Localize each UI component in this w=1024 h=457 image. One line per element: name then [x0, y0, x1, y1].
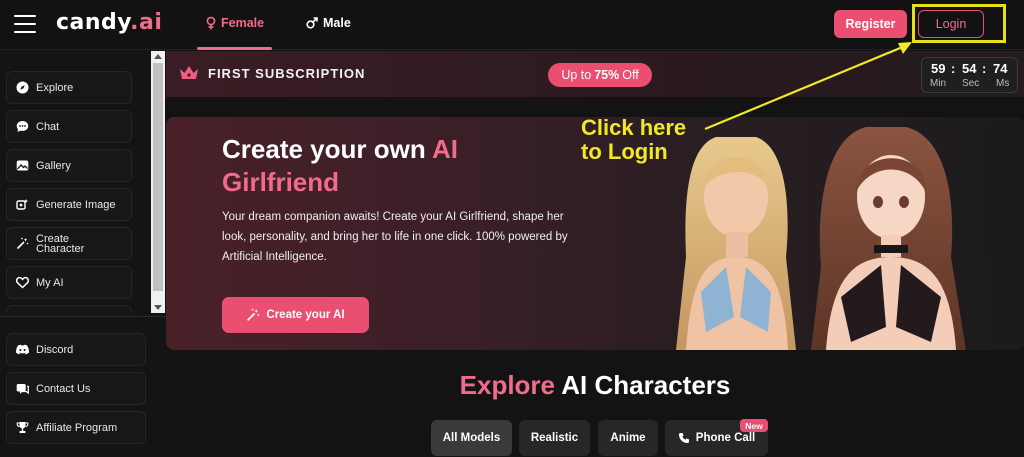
sidebar-item-discord[interactable]: Discord — [6, 333, 146, 366]
sidebar-item-label-line2: Character — [36, 242, 85, 255]
sidebar-item-partial — [6, 305, 132, 313]
discord-icon — [16, 343, 29, 356]
sidebar-item-contact-us[interactable]: Contact Us — [6, 372, 146, 405]
hero-characters-image — [646, 117, 1024, 350]
sidebar-item-label: Explore — [36, 81, 74, 94]
compass-icon — [16, 81, 29, 94]
tab-female[interactable]: Female — [206, 16, 264, 30]
sidebar-item-my-ai[interactable]: My AI — [6, 266, 132, 299]
sidebar-divider — [0, 316, 165, 317]
crown-icon — [179, 65, 199, 86]
register-button[interactable]: Register — [834, 10, 907, 38]
hero-title-line2: Girlfriend — [222, 167, 340, 197]
heart-icon — [16, 276, 29, 289]
sidebar-item-label: Affiliate Program — [36, 421, 118, 434]
chat-icon — [16, 120, 29, 133]
login-highlight-box — [912, 4, 1006, 43]
scroll-down-arrow-icon[interactable] — [154, 305, 162, 310]
timer-ms-label: Ms — [996, 78, 1010, 89]
filter-label: All Models — [442, 432, 501, 444]
hero-description: Your dream companion awaits! Create your… — [222, 211, 568, 263]
sidebar-item-gallery[interactable]: Gallery — [6, 149, 132, 182]
annotation-line2: to Login — [581, 139, 668, 164]
timer-seconds: 54 — [962, 61, 977, 76]
hamburger-menu-icon[interactable] — [14, 15, 36, 33]
sidebar-item-chat[interactable]: Chat — [6, 110, 132, 143]
sidebar-scrollbar[interactable] — [151, 51, 165, 313]
male-icon — [306, 17, 318, 29]
countdown-timer: 59 : 54 : 74 Min Sec Ms — [921, 57, 1018, 93]
tab-male[interactable]: Male — [306, 16, 351, 30]
sidebar-item-generate-image[interactable]: Generate Image — [6, 188, 132, 221]
timer-minutes: 59 — [931, 61, 946, 76]
active-tab-indicator — [197, 47, 272, 50]
sidebar-item-label: Chat — [36, 120, 60, 133]
filter-all-models[interactable]: All Models — [431, 420, 512, 456]
timer-ms: 74 — [993, 61, 1008, 76]
sidebar-item-label: Create Character — [36, 233, 85, 255]
sidebar-item-explore[interactable]: Explore — [6, 71, 132, 104]
new-badge: New — [740, 419, 768, 432]
annotation-arrow-icon — [704, 42, 912, 131]
hero-title: Create your own AI Girlfriend — [222, 133, 542, 199]
sidebar-item-label: Gallery — [36, 159, 71, 172]
scroll-up-arrow-icon[interactable] — [154, 54, 162, 59]
filter-label: Anime — [610, 432, 646, 444]
logo-accent-text: .ai — [130, 10, 163, 35]
create-your-ai-label: Create your AI — [266, 309, 345, 321]
logo-text: candy — [56, 10, 131, 35]
discount-pill: Up to 75% Off — [548, 63, 652, 87]
sidebar: Explore Chat Gallery Generate Image Crea… — [0, 51, 165, 457]
sidebar-item-label: Contact Us — [36, 382, 91, 395]
timer-minutes-label: Min — [930, 78, 947, 89]
hero-title-part1: Create your own — [222, 134, 426, 164]
sidebar-item-create-character[interactable]: Create Character — [6, 227, 132, 260]
explore-heading: Explore AI Characters — [166, 370, 1024, 401]
promo-title: FIRST SUBSCRIPTION — [208, 66, 366, 81]
explore-heading-rest: AI Characters — [561, 370, 731, 400]
magic-wand-icon — [16, 237, 29, 250]
filter-label: Phone Call — [695, 432, 756, 444]
contact-icon — [16, 382, 29, 395]
logo[interactable]: candy.ai — [56, 10, 162, 35]
tab-male-label: Male — [323, 16, 351, 30]
phone-icon — [678, 433, 689, 443]
discount-prefix: Up to — [561, 68, 592, 82]
gallery-icon — [16, 159, 29, 172]
magic-wand-icon — [247, 308, 260, 321]
timer-separator: : — [982, 61, 987, 76]
explore-heading-accent: Explore — [459, 370, 556, 400]
filter-realistic[interactable]: Realistic — [519, 420, 590, 456]
female-icon — [206, 16, 216, 30]
sidebar-item-affiliate-program[interactable]: Affiliate Program — [6, 411, 146, 444]
trophy-icon — [16, 421, 29, 434]
timer-seconds-label: Sec — [962, 78, 980, 89]
filter-anime[interactable]: Anime — [598, 420, 658, 456]
sidebar-item-label: Discord — [36, 343, 74, 356]
sidebar-scroll-area: Explore Chat Gallery Generate Image Crea… — [0, 51, 165, 313]
sidebar-item-label: Generate Image — [36, 198, 116, 211]
login-annotation-text: Click here to Login — [581, 116, 686, 164]
scrollbar-thumb[interactable] — [153, 63, 163, 291]
annotation-line1: Click here — [581, 115, 687, 140]
timer-separator: : — [951, 61, 956, 76]
filter-label: Realistic — [530, 432, 579, 444]
sidebar-item-label: My AI — [36, 276, 64, 289]
discount-value: 75% — [594, 68, 620, 82]
generate-image-icon — [16, 198, 29, 211]
discount-suffix: Off — [622, 68, 639, 82]
tab-female-label: Female — [221, 16, 265, 30]
hero-title-accent: AI — [431, 134, 458, 164]
create-your-ai-button[interactable]: Create your AI — [222, 297, 369, 333]
